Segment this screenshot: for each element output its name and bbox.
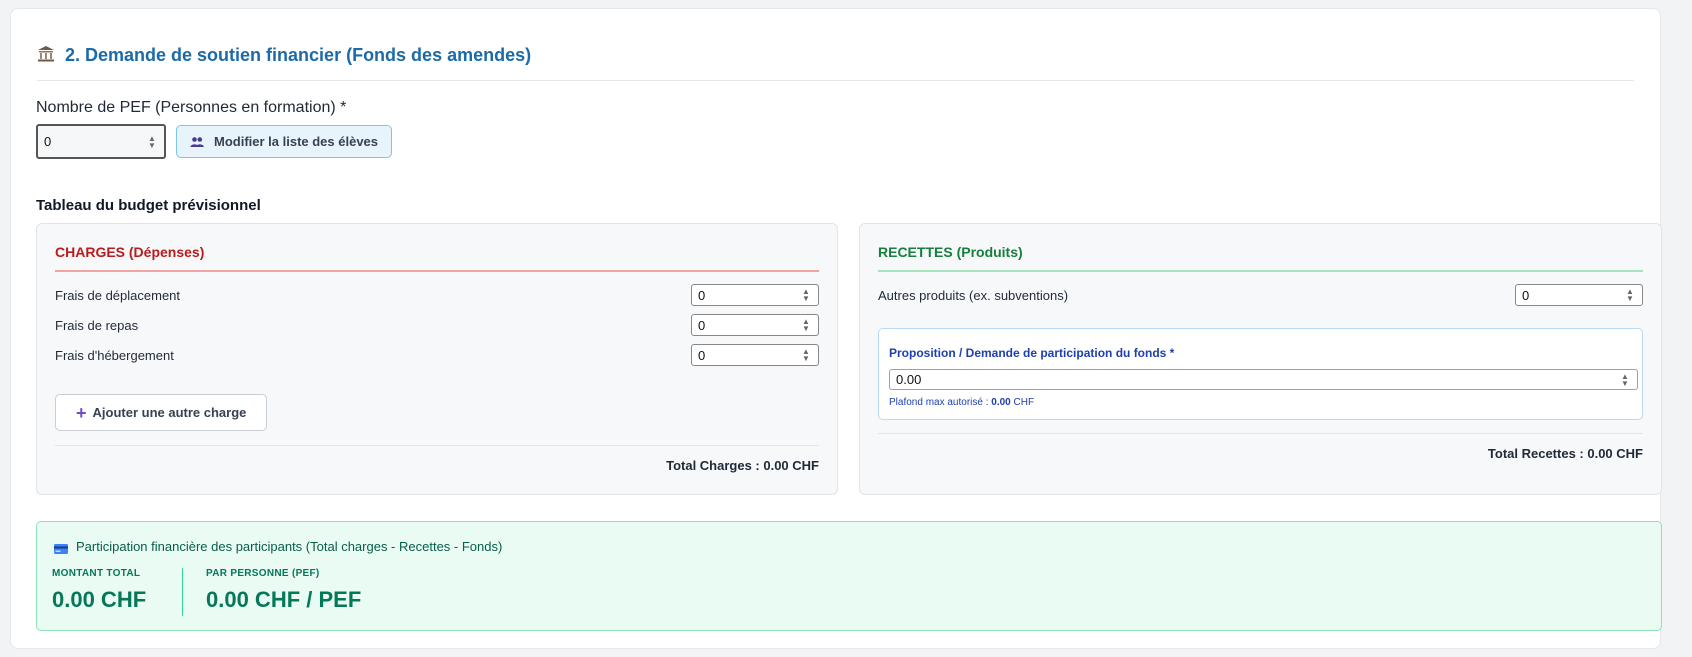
spinner-icon[interactable]: ▲ ▼ bbox=[1624, 288, 1636, 303]
add-charge-label: Ajouter une autre charge bbox=[92, 405, 247, 420]
pef-count-input[interactable]: 0 ▲ ▼ bbox=[36, 124, 166, 159]
people-icon bbox=[190, 136, 204, 148]
charge-label: Frais de déplacement bbox=[55, 287, 181, 303]
other-income-label: Autres produits (ex. subventions) bbox=[878, 287, 1069, 303]
total-charges: Total Charges : 0.00 CHF bbox=[55, 445, 819, 473]
section-header: 2. Demande de soutien financier (Fonds d… bbox=[37, 35, 1634, 81]
charge-value: 0 bbox=[698, 347, 706, 363]
plus-icon: + bbox=[76, 402, 87, 423]
charge-value: 0 bbox=[698, 287, 706, 303]
per-person-label: PAR PERSONNE (PEF) bbox=[206, 568, 320, 579]
per-person-metric: PAR PERSONNE (PEF) 0.00 CHF / PEF bbox=[206, 568, 361, 613]
participation-title-row: Participation financière des participant… bbox=[54, 539, 502, 554]
recettes-panel: RECETTES (Produits) Autres produits (ex.… bbox=[859, 223, 1662, 495]
charge-label: Frais de repas bbox=[55, 317, 139, 333]
charge-row-meals: Frais de repas 0 ▲ ▼ bbox=[55, 314, 819, 336]
charge-label: Frais d'hébergement bbox=[55, 347, 174, 363]
other-income-row: Autres produits (ex. subventions) 0 ▲ ▼ bbox=[878, 284, 1643, 306]
spinner-icon[interactable]: ▲ ▼ bbox=[800, 318, 812, 333]
pef-count-value: 0 bbox=[44, 134, 52, 149]
charge-value: 0 bbox=[698, 317, 706, 333]
charge-row-lodging: Frais d'hébergement 0 ▲ ▼ bbox=[55, 344, 819, 366]
charge-input-meals[interactable]: 0 ▲ ▼ bbox=[691, 314, 819, 336]
charge-input-travel[interactable]: 0 ▲ ▼ bbox=[691, 284, 819, 306]
total-amount-metric: MONTANT TOTAL 0.00 CHF bbox=[52, 568, 146, 613]
pef-label: Nombre de PEF (Personnes en formation) * bbox=[36, 99, 347, 116]
total-recettes: Total Recettes : 0.00 CHF bbox=[878, 433, 1643, 461]
per-person-value: 0.00 CHF / PEF bbox=[206, 587, 362, 612]
add-charge-button[interactable]: + Ajouter une autre charge bbox=[55, 394, 268, 431]
fund-cap-hint: Plafond max autorisé : 0.00 CHF bbox=[889, 397, 1034, 408]
financial-support-card: 2. Demande de soutien financier (Fonds d… bbox=[10, 8, 1662, 649]
fund-request-label: Proposition / Demande de participation d… bbox=[889, 346, 1175, 360]
participation-title: Participation financière des participant… bbox=[76, 539, 503, 554]
other-income-input[interactable]: 0 ▲ ▼ bbox=[1515, 284, 1643, 306]
section-title: 2. Demande de soutien financier (Fonds d… bbox=[65, 45, 532, 65]
modify-students-button[interactable]: Modifier la liste des élèves bbox=[176, 125, 393, 158]
charge-input-lodging[interactable]: 0 ▲ ▼ bbox=[691, 344, 819, 366]
credit-card-icon bbox=[54, 542, 68, 554]
total-amount-label: MONTANT TOTAL bbox=[52, 568, 141, 579]
spinner-icon[interactable]: ▲ ▼ bbox=[146, 134, 158, 149]
total-amount-value: 0.00 CHF bbox=[52, 587, 147, 612]
fund-request-input[interactable]: 0.00 ▲ ▼ bbox=[889, 369, 1638, 390]
fund-request-value: 0.00 bbox=[896, 372, 922, 387]
charges-panel: CHARGES (Dépenses) Frais de déplacement … bbox=[36, 223, 838, 495]
budget-title: Tableau du budget prévisionnel bbox=[36, 197, 261, 214]
fund-cap-currency: CHF bbox=[1013, 397, 1035, 408]
spinner-icon[interactable]: ▲ ▼ bbox=[800, 288, 812, 303]
fund-cap-amount: 0.00 bbox=[991, 397, 1011, 408]
modify-students-label: Modifier la liste des élèves bbox=[214, 134, 379, 149]
recettes-heading: RECETTES (Produits) bbox=[878, 244, 1643, 272]
pef-row: 0 ▲ ▼ Modifier la liste des élèves bbox=[36, 124, 393, 159]
charges-heading: CHARGES (Dépenses) bbox=[55, 244, 819, 272]
fund-request-box: Proposition / Demande de participation d… bbox=[878, 328, 1643, 420]
fund-cap-prefix: Plafond max autorisé : bbox=[889, 397, 989, 408]
charge-row-travel: Frais de déplacement 0 ▲ ▼ bbox=[55, 284, 819, 306]
bank-icon bbox=[37, 45, 55, 63]
metric-divider bbox=[182, 568, 183, 616]
participation-box: Participation financière des participant… bbox=[36, 521, 1662, 631]
other-income-value: 0 bbox=[1522, 287, 1530, 303]
spinner-icon[interactable]: ▲ ▼ bbox=[1619, 372, 1631, 387]
spinner-icon[interactable]: ▲ ▼ bbox=[800, 348, 812, 363]
